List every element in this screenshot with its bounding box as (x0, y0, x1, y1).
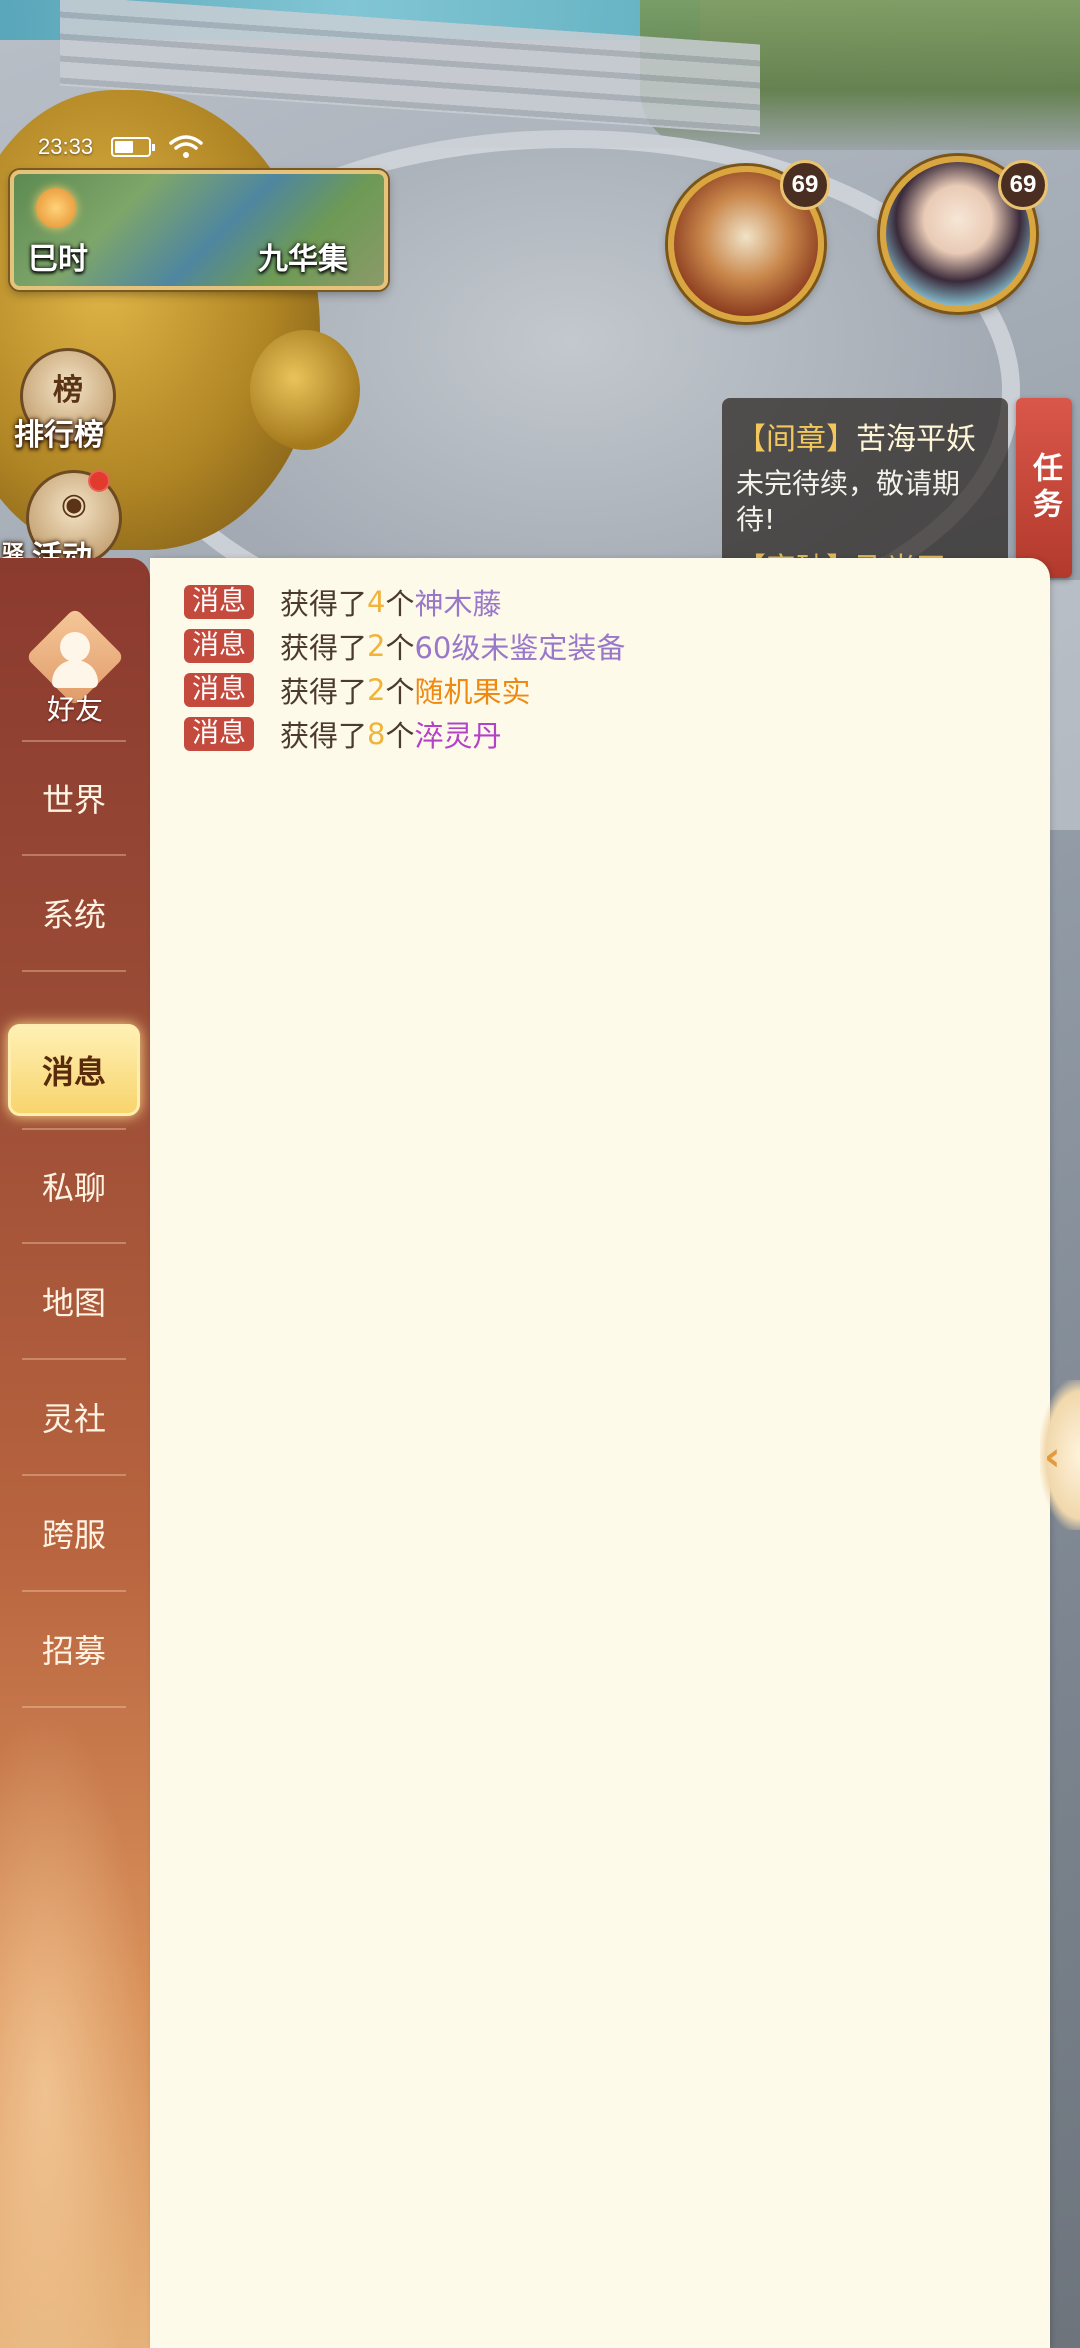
sun-icon (36, 188, 76, 228)
message-prefix: 获得了 (280, 719, 368, 753)
tab-private-chat[interactable]: 私聊 (22, 1128, 126, 1244)
scene-light (1050, 580, 1080, 830)
notification-dot (88, 470, 110, 492)
tab-guild[interactable]: 灵社 (22, 1360, 126, 1476)
sidebar-decoration (0, 1708, 150, 2348)
quest-name: 苦海平妖 (856, 422, 976, 457)
chat-channel-sidebar: 好友 世界 系统 消息 私聊 地图 灵社 跨服 招募 (0, 558, 150, 2348)
ranking-icon: 榜 (53, 373, 83, 408)
item-unit: 个 (385, 631, 415, 665)
quest-description: 未完待续，敬请期待! (736, 467, 961, 536)
activity-mask-icon: ◉ (60, 487, 88, 522)
battery-icon (111, 137, 156, 157)
item-name[interactable]: 神木藤 (414, 581, 501, 623)
wifi-icon (169, 135, 203, 158)
item-count: 4 (367, 585, 386, 619)
message-tag: 消息 (184, 717, 254, 751)
tab-world[interactable]: 世界 (22, 740, 126, 856)
quest-tab[interactable]: 任务 (1016, 398, 1072, 578)
message-prefix: 获得了 (280, 675, 368, 709)
chat-message: 消息 获得了 2 个 60级未鉴定装备 (184, 626, 625, 666)
chat-message: 消息 获得了 4 个神木藤 (184, 582, 502, 622)
status-bar: 23:33 (38, 134, 203, 160)
tab-cross-server[interactable]: 跨服 (22, 1476, 126, 1592)
item-unit: 个 (385, 675, 415, 709)
hero-level-badge: 69 (998, 160, 1048, 210)
message-prefix: 获得了 (280, 631, 368, 665)
time-of-day: 巳时 (28, 242, 88, 277)
quest-chapter: 【间章】 (736, 422, 856, 457)
tab-map[interactable]: 地图 (22, 1244, 126, 1360)
item-name[interactable]: 60级未鉴定装备 (414, 625, 625, 667)
message-prefix: 获得了 (280, 587, 368, 621)
collapse-handle[interactable]: ‹ (1040, 1380, 1080, 1530)
ranking-label: 排行榜 (14, 418, 104, 453)
chat-message: 消息 获得了 2 个随机果实 (184, 670, 531, 710)
item-count: 2 (367, 629, 386, 663)
quest-tracker[interactable]: 【间章】苦海平妖 未完待续，敬请期待! 【突破】飞光天 (722, 398, 1008, 587)
tab-system[interactable]: 系统 (22, 856, 126, 972)
item-unit: 个 (385, 719, 415, 753)
clock: 23:33 (38, 134, 94, 159)
item-count: 2 (367, 673, 386, 707)
message-tag: 消息 (184, 585, 254, 619)
friends-button[interactable]: 好友 (22, 607, 128, 726)
tab-messages[interactable]: 消息 (8, 1024, 140, 1116)
chat-message-panel[interactable]: 消息 获得了 4 个神木藤 消息 获得了 2 个 60级未鉴定装备 消息 获得了 2 个随机果… (150, 558, 1050, 2348)
minimap[interactable]: 巳时 九华集 (10, 170, 388, 290)
item-name[interactable]: 随机果实 (414, 669, 530, 711)
message-tag: 消息 (184, 629, 254, 663)
item-unit: 个 (385, 587, 415, 621)
quest-title: 【间章】苦海平妖 (736, 414, 994, 458)
chat-message: 消息 获得了 8 个淬灵丹 (184, 714, 502, 754)
item-count: 8 (367, 717, 386, 751)
message-tag: 消息 (184, 673, 254, 707)
friends-label: 好友 (46, 693, 103, 726)
location-name: 九华集 (258, 242, 348, 277)
pet-level-badge: 69 (780, 160, 830, 210)
turtle-head (250, 330, 360, 450)
chevron-left-icon: ‹ (1044, 1434, 1061, 1480)
item-name[interactable]: 淬灵丹 (414, 713, 501, 755)
tab-recruit[interactable]: 招募 (22, 1592, 126, 1708)
person-icon (60, 632, 90, 662)
